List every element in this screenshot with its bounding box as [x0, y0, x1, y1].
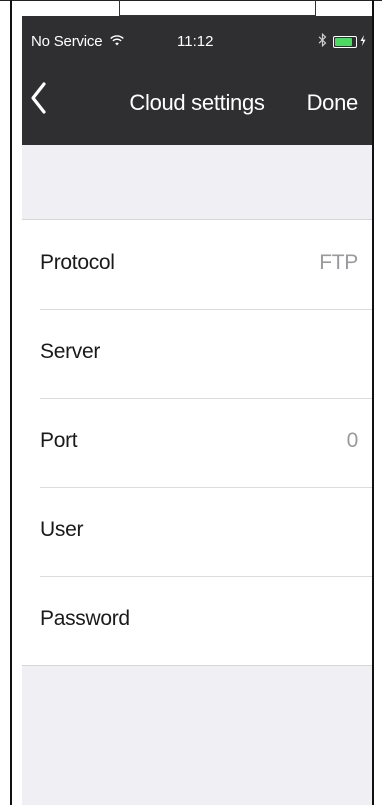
frame-top-border — [0, 0, 382, 1]
frame-divider — [119, 0, 120, 16]
setting-row-protocol[interactable]: Protocol FTP — [22, 220, 372, 309]
setting-label: Protocol — [40, 251, 115, 274]
setting-label: User — [40, 518, 84, 541]
bluetooth-icon — [318, 32, 327, 51]
setting-label: Port — [40, 429, 78, 452]
frame-right-border — [372, 0, 374, 805]
setting-row-password[interactable]: Password — [22, 576, 372, 665]
navigation-bar: Cloud settings Done — [22, 60, 372, 145]
setting-value: 0 — [346, 429, 359, 452]
status-bar: No Service 11:12 — [22, 16, 372, 60]
status-time: 11:12 — [177, 33, 214, 50]
top-bar: No Service 11:12 Cloud settings Done — [22, 16, 372, 145]
status-left: No Service — [31, 33, 125, 50]
phone-screen: No Service 11:12 Cloud settings Done Pro… — [22, 16, 372, 805]
done-button[interactable]: Done — [307, 90, 359, 116]
setting-value: FTP — [319, 251, 358, 274]
setting-row-user[interactable]: User — [22, 487, 372, 576]
setting-row-server[interactable]: Server — [22, 309, 372, 398]
frame-left-border — [10, 0, 12, 805]
setting-row-port[interactable]: Port 0 — [22, 398, 372, 487]
status-right — [318, 32, 366, 51]
frame-divider — [315, 0, 316, 16]
setting-label: Password — [40, 607, 130, 630]
page-frame: No Service 11:12 Cloud settings Done Pro… — [0, 0, 382, 805]
wifi-icon — [110, 33, 125, 49]
setting-label: Server — [40, 340, 101, 363]
battery-level — [335, 38, 352, 46]
charging-bolt-icon — [360, 35, 366, 49]
carrier-label: No Service — [31, 33, 103, 50]
battery-icon — [333, 36, 357, 48]
settings-list: Protocol FTP Server Port 0 User Password — [22, 219, 372, 666]
